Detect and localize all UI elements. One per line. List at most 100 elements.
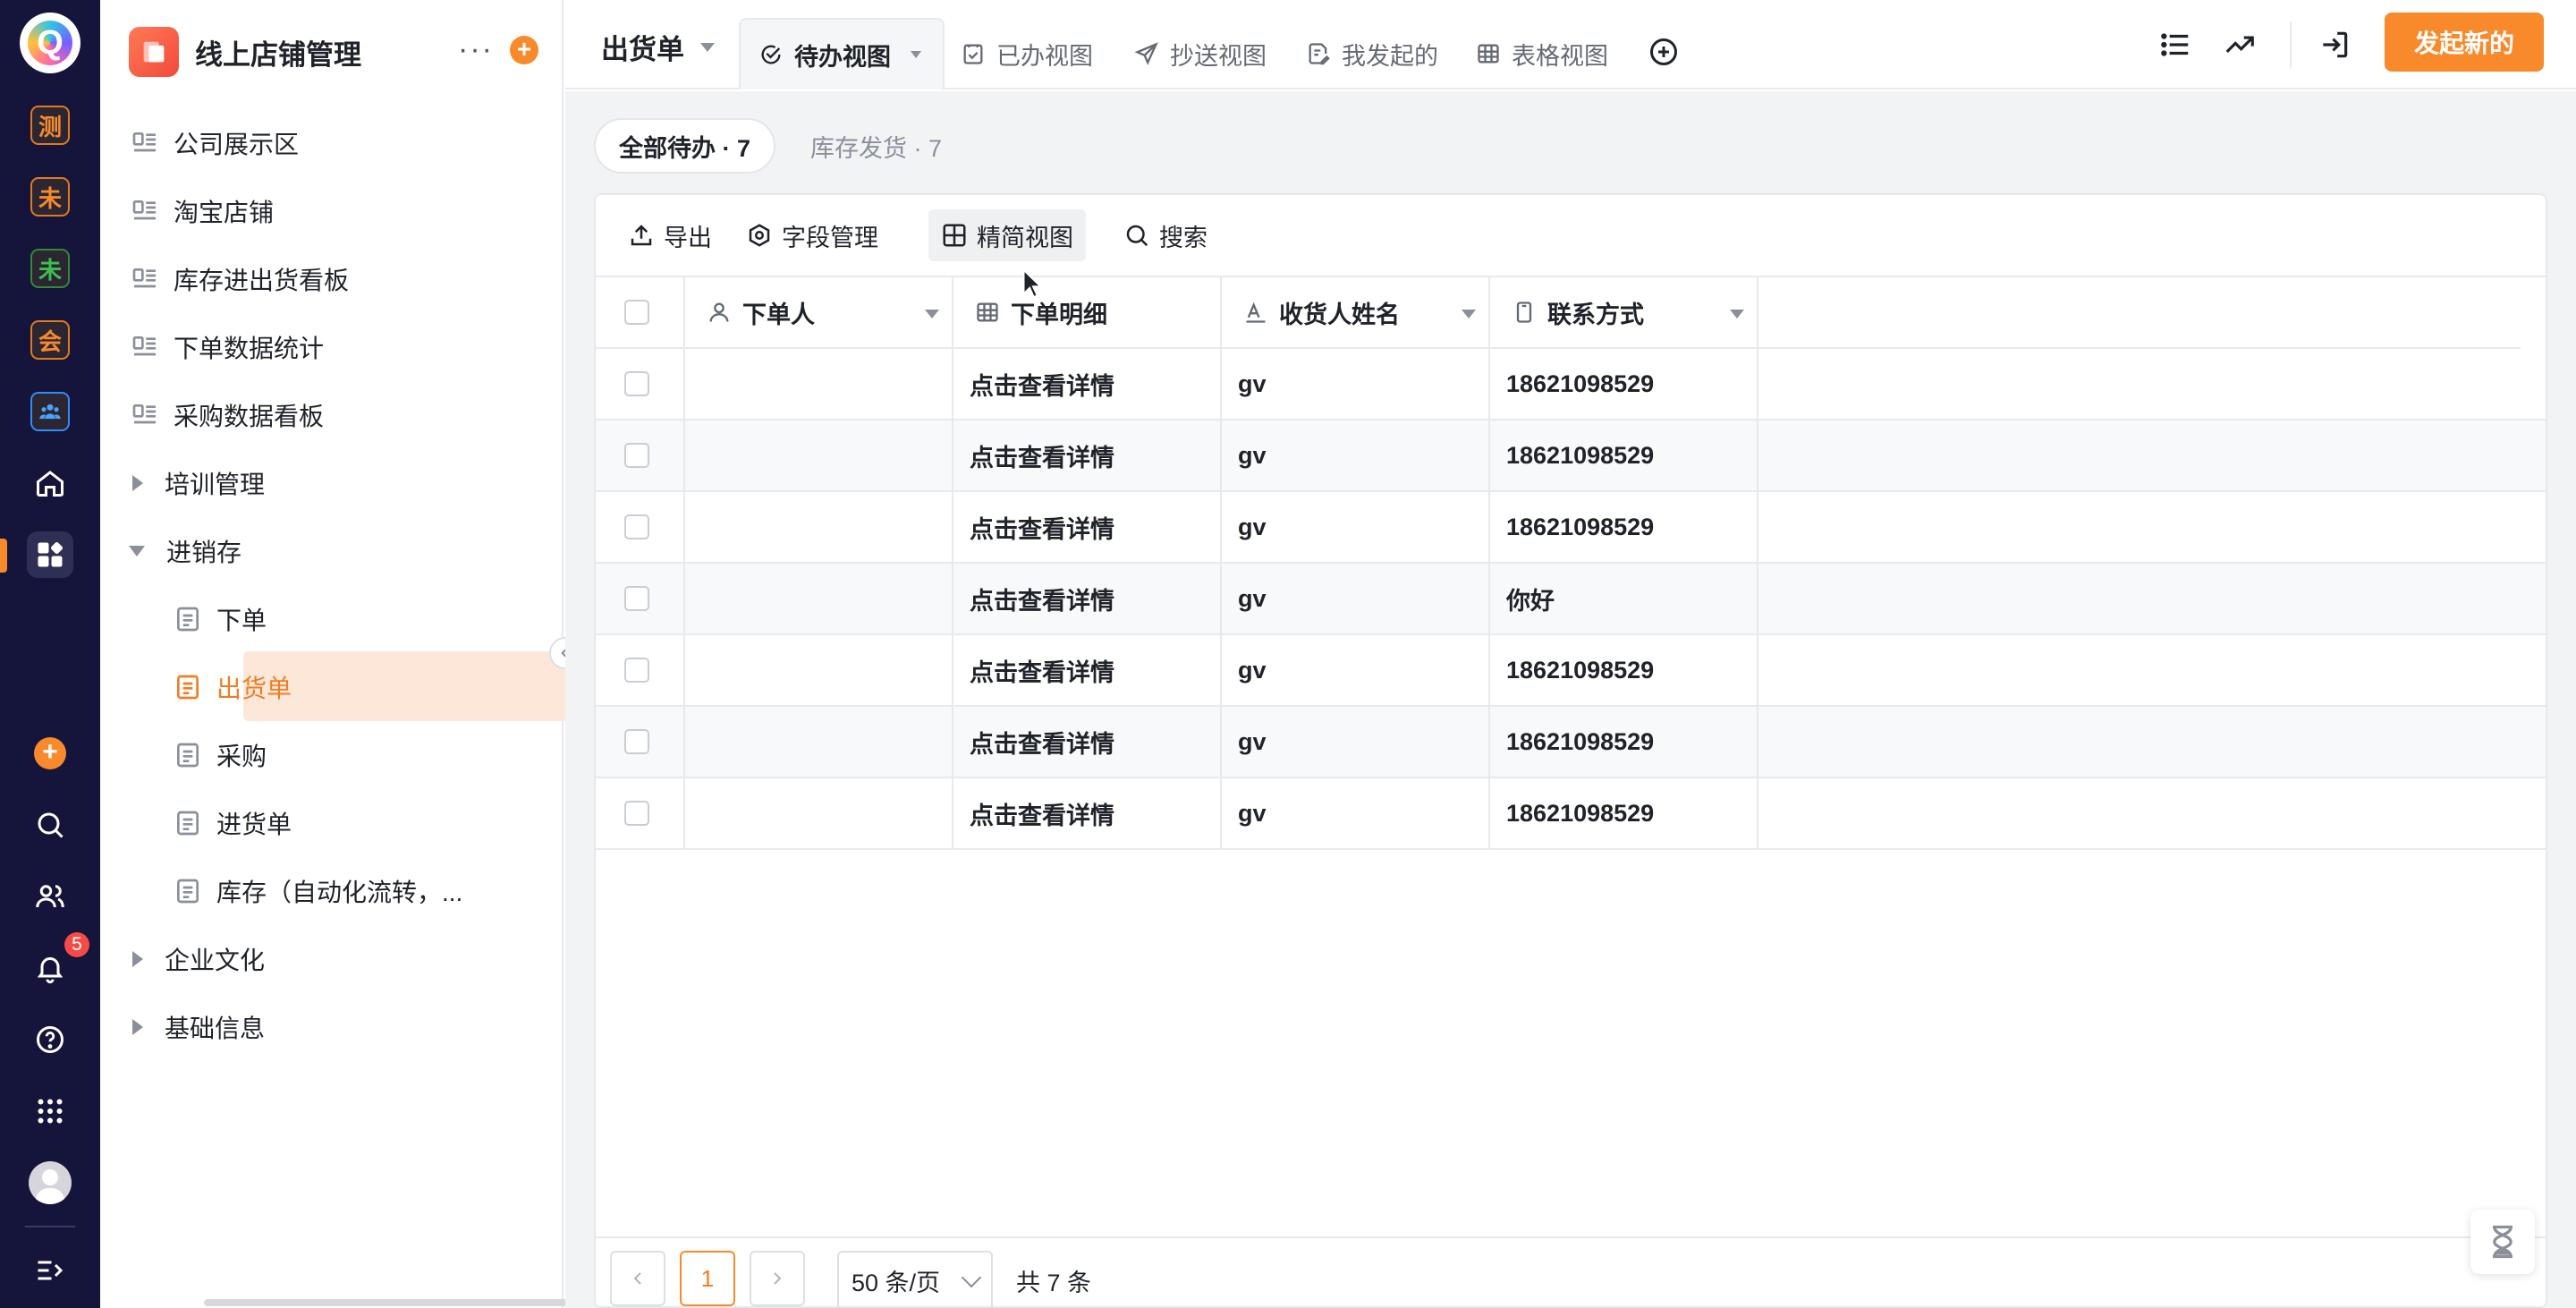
row-checkbox[interactable] bbox=[624, 514, 649, 539]
row-checkbox[interactable] bbox=[624, 443, 649, 468]
cell-receiver[interactable]: gv bbox=[1222, 778, 1490, 848]
form-title-dropdown[interactable]: 出货单 bbox=[601, 27, 715, 67]
cell-orderer[interactable] bbox=[685, 564, 953, 633]
compact-view-button[interactable]: 精简视图 bbox=[928, 209, 1086, 261]
table-row[interactable]: 点击查看详情 gv 你好 bbox=[596, 564, 2546, 635]
search-button[interactable]: 搜索 bbox=[1111, 209, 1220, 261]
table-row[interactable]: 点击查看详情 gv 18621098529 bbox=[596, 349, 2546, 420]
column-menu-arrow-icon[interactable] bbox=[1462, 310, 1476, 319]
cell-contact[interactable]: 18621098529 bbox=[1490, 492, 1758, 562]
filter-all-todo[interactable]: 全部待办 · 7 bbox=[594, 118, 776, 174]
sidebar-item-order-stats[interactable]: 下单数据统计 bbox=[129, 317, 324, 378]
cell-contact[interactable]: 18621098529 bbox=[1490, 707, 1758, 777]
rail-help[interactable] bbox=[27, 1016, 73, 1063]
tab-done-view[interactable]: 已办视图 bbox=[961, 18, 1093, 89]
sidebar-group-culture[interactable]: 企业文化 bbox=[132, 929, 265, 989]
cell-detail-link[interactable]: 点击查看详情 bbox=[953, 564, 1222, 633]
cell-orderer[interactable] bbox=[685, 778, 953, 848]
cell-contact[interactable]: 18621098529 bbox=[1490, 420, 1758, 490]
sidebar-item-shipment[interactable]: 出货单 bbox=[172, 657, 292, 718]
sidebar-item-purchase-board[interactable]: 采购数据看板 bbox=[129, 385, 324, 446]
rail-search[interactable] bbox=[27, 802, 73, 848]
cell-detail-link[interactable]: 点击查看详情 bbox=[953, 778, 1222, 848]
cell-detail-link[interactable]: 点击查看详情 bbox=[953, 349, 1222, 419]
cell-receiver[interactable]: gv bbox=[1222, 635, 1490, 705]
cell-detail-link[interactable]: 点击查看详情 bbox=[953, 420, 1222, 490]
cell-detail-link[interactable]: 点击查看详情 bbox=[953, 635, 1222, 705]
rail-app-grid[interactable] bbox=[27, 1088, 73, 1134]
table-row[interactable]: 点击查看详情 gv 18621098529 bbox=[596, 420, 2546, 492]
cell-receiver[interactable]: gv bbox=[1222, 707, 1490, 777]
sidebar-add-button[interactable]: + bbox=[510, 36, 538, 64]
sidebar-group-jxc[interactable]: 进销存 bbox=[129, 521, 242, 582]
sidebar-item-company[interactable]: 公司展示区 bbox=[129, 113, 299, 174]
next-page-button[interactable] bbox=[750, 1251, 805, 1306]
column-header-orderer[interactable]: 下单人 bbox=[685, 277, 953, 347]
sidebar-group-training[interactable]: 培训管理 bbox=[132, 453, 265, 514]
rail-contacts[interactable] bbox=[27, 873, 73, 920]
cell-orderer[interactable] bbox=[685, 420, 953, 490]
cell-contact[interactable]: 18621098529 bbox=[1490, 349, 1758, 419]
row-checkbox[interactable] bbox=[624, 371, 649, 396]
list-view-button[interactable] bbox=[2156, 25, 2195, 64]
sidebar-more-button[interactable]: ··· bbox=[458, 34, 494, 64]
rail-app-0[interactable]: 测 bbox=[30, 106, 70, 145]
pending-tasks-button[interactable] bbox=[2470, 1210, 2535, 1274]
cell-orderer[interactable] bbox=[685, 492, 953, 562]
rail-apps[interactable] bbox=[27, 531, 73, 578]
sidebar-item-purchase[interactable]: 采购 bbox=[172, 725, 267, 786]
rail-app-2[interactable]: 未 bbox=[30, 249, 70, 288]
create-new-button[interactable]: 发起新的 bbox=[2385, 13, 2544, 72]
workspace-logo[interactable]: Q bbox=[20, 13, 80, 73]
row-checkbox[interactable] bbox=[624, 658, 649, 683]
sidebar-item-order[interactable]: 下单 bbox=[172, 589, 267, 650]
page-button-current[interactable]: 1 bbox=[680, 1251, 735, 1306]
row-checkbox[interactable] bbox=[624, 801, 649, 826]
sidebar-item-inventory-board[interactable]: 库存进出货看板 bbox=[129, 249, 349, 310]
cell-orderer[interactable] bbox=[685, 349, 953, 419]
sidebar-item-taobao[interactable]: 淘宝店铺 bbox=[129, 181, 274, 242]
column-header-detail[interactable]: 下单明细 bbox=[953, 277, 1222, 347]
column-menu-arrow-icon[interactable] bbox=[925, 310, 939, 319]
page-size-select[interactable]: 50 条/页 bbox=[837, 1251, 993, 1306]
tab-table-view[interactable]: 表格视图 bbox=[1476, 18, 1608, 89]
rail-expand[interactable] bbox=[27, 1247, 73, 1294]
cell-contact[interactable]: 你好 bbox=[1490, 564, 1758, 633]
tab-todo-view[interactable]: 待办视图 bbox=[739, 18, 945, 89]
rail-app-team[interactable] bbox=[30, 392, 70, 431]
cell-contact[interactable]: 18621098529 bbox=[1490, 635, 1758, 705]
table-row[interactable]: 点击查看详情 gv 18621098529 bbox=[596, 778, 2546, 850]
cell-receiver[interactable]: gv bbox=[1222, 564, 1490, 633]
column-header-contact[interactable]: 联系方式 bbox=[1490, 277, 1758, 347]
cell-orderer[interactable] bbox=[685, 707, 953, 777]
tab-my-initiated[interactable]: 我发起的 bbox=[1306, 18, 1438, 89]
table-row[interactable]: 点击查看详情 gv 18621098529 bbox=[596, 492, 2546, 564]
cell-contact[interactable]: 18621098529 bbox=[1490, 778, 1758, 848]
sidebar-group-basic-info[interactable]: 基础信息 bbox=[132, 997, 265, 1057]
add-view-icon[interactable] bbox=[1648, 36, 1680, 68]
cell-receiver[interactable]: gv bbox=[1222, 420, 1490, 490]
column-header-receiver[interactable]: 收货人姓名 bbox=[1222, 277, 1490, 347]
field-manage-button[interactable]: 字段管理 bbox=[733, 209, 891, 261]
column-menu-arrow-icon[interactable] bbox=[1730, 310, 1744, 319]
select-all-checkbox[interactable] bbox=[624, 300, 649, 325]
export-button[interactable]: 导出 bbox=[615, 209, 724, 261]
rail-home[interactable] bbox=[27, 460, 73, 506]
prev-page-button[interactable] bbox=[610, 1251, 665, 1306]
table-row[interactable]: 点击查看详情 gv 18621098529 bbox=[596, 707, 2546, 778]
row-checkbox[interactable] bbox=[624, 729, 649, 754]
cell-detail-link[interactable]: 点击查看详情 bbox=[953, 707, 1222, 777]
tab-cc-view[interactable]: 抄送视图 bbox=[1134, 18, 1267, 89]
rail-app-1[interactable]: 未 bbox=[30, 177, 70, 217]
cell-orderer[interactable] bbox=[685, 635, 953, 705]
trend-button[interactable] bbox=[2220, 25, 2259, 64]
filter-stock-ship[interactable]: 库存发货 · 7 bbox=[787, 118, 965, 174]
row-checkbox[interactable] bbox=[624, 586, 649, 611]
sidebar-item-receiving[interactable]: 进货单 bbox=[172, 793, 292, 854]
rail-app-3[interactable]: 会 bbox=[30, 320, 70, 360]
table-row[interactable]: 点击查看详情 gv 18621098529 bbox=[596, 635, 2546, 707]
rail-create-button[interactable]: + bbox=[34, 737, 66, 769]
exit-button[interactable] bbox=[2315, 25, 2354, 64]
cell-receiver[interactable]: gv bbox=[1222, 492, 1490, 562]
cell-receiver[interactable]: gv bbox=[1222, 349, 1490, 419]
